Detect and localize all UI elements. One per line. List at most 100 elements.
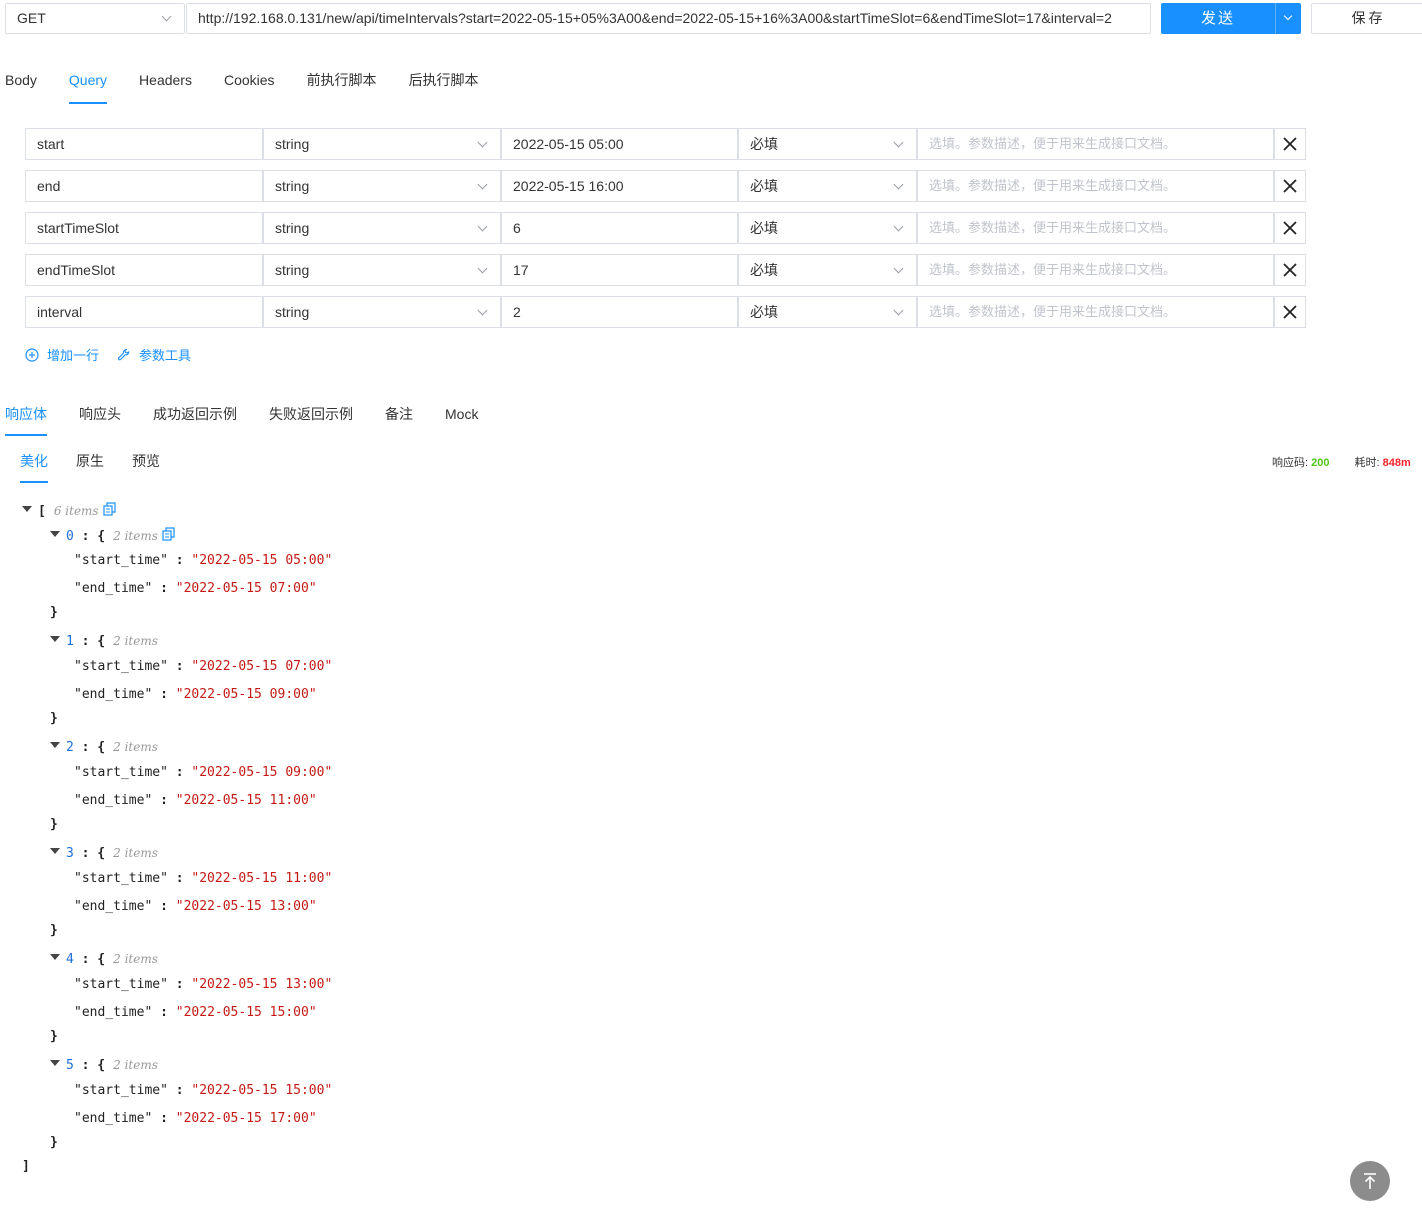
json-index: 0	[66, 529, 74, 544]
tab-view-2[interactable]: 预览	[132, 451, 160, 483]
delete-param-button[interactable]	[1274, 296, 1306, 328]
json-index: 3	[66, 846, 74, 861]
param-required-select[interactable]: 必填	[738, 254, 917, 286]
tab-response-5[interactable]: Mock	[445, 404, 478, 436]
json-key: "start_time"	[74, 871, 168, 886]
tab-request-2[interactable]: Headers	[139, 70, 192, 104]
method-value: GET	[17, 10, 46, 26]
tab-view-0[interactable]: 美化	[20, 451, 48, 483]
param-description-input[interactable]: 选填。参数描述，便于用来生成接口文档。	[917, 170, 1274, 202]
copy-icon[interactable]	[102, 502, 116, 521]
json-item-count: 2 items	[113, 634, 158, 648]
param-value-input[interactable]: 17	[501, 254, 738, 286]
tab-request-4[interactable]: 前执行脚本	[307, 70, 377, 104]
json-key: "start_time"	[74, 765, 168, 780]
json-colon: :	[167, 659, 192, 674]
tab-response-0[interactable]: 响应体	[5, 404, 47, 436]
method-select[interactable]: GET	[5, 3, 185, 34]
param-name-input[interactable]: endTimeSlot	[25, 254, 263, 286]
param-type-select[interactable]: string	[263, 254, 501, 286]
delete-param-button[interactable]	[1274, 254, 1306, 286]
param-tool-button[interactable]: 参数工具	[117, 345, 191, 364]
param-type-value: string	[275, 262, 310, 278]
param-description-input[interactable]: 选填。参数描述，便于用来生成接口文档。	[917, 212, 1274, 244]
close-icon	[1283, 305, 1297, 319]
tab-response-1[interactable]: 响应头	[79, 404, 121, 436]
url-input[interactable]: http://192.168.0.131/new/api/timeInterva…	[186, 3, 1151, 34]
json-object-open: 5 : {2 items	[50, 1057, 158, 1074]
param-row: interval string 2 必填 选填。参数描述，便于用来生成接口文档。	[25, 296, 1307, 328]
tab-request-3[interactable]: Cookies	[224, 70, 275, 104]
tab-response-4[interactable]: 备注	[385, 404, 413, 436]
tab-request-1[interactable]: Query	[68, 70, 108, 104]
param-type-select[interactable]: string	[263, 170, 501, 202]
json-key: "end_time"	[74, 1005, 153, 1020]
param-type-select[interactable]: string	[263, 296, 501, 328]
param-value-input[interactable]: 2022-05-15 16:00	[501, 170, 738, 202]
param-description-input[interactable]: 选填。参数描述，便于用来生成接口文档。	[917, 128, 1274, 160]
param-required-select[interactable]: 必填	[738, 296, 917, 328]
param-type-select[interactable]: string	[263, 212, 501, 244]
view-mode-tabs: 美化 原生 预览	[20, 451, 188, 483]
json-key: "end_time"	[74, 581, 153, 596]
param-row: startTimeSlot string 6 必填 选填。参数描述，便于用来生成接口文档…	[25, 212, 1307, 244]
add-row-button[interactable]: 增加一行	[25, 345, 99, 364]
param-name-input[interactable]: interval	[25, 296, 263, 328]
response-tabs: 响应体 响应头 成功返回示例 失败返回示例 备注 Mock	[5, 404, 510, 436]
collapse-toggle-icon[interactable]	[50, 636, 60, 642]
collapse-toggle-icon[interactable]	[50, 954, 60, 960]
chevron-down-icon	[477, 137, 488, 148]
save-button[interactable]: 保存	[1311, 3, 1422, 34]
send-dropdown-button[interactable]	[1275, 3, 1301, 34]
param-value-input[interactable]: 2	[501, 296, 738, 328]
tab-request-5[interactable]: 后执行脚本	[409, 70, 479, 104]
param-value-input[interactable]: 6	[501, 212, 738, 244]
collapse-toggle-icon[interactable]	[50, 531, 60, 537]
json-key: "end_time"	[74, 899, 153, 914]
param-required-value: 必填	[750, 136, 778, 152]
json-colon: :	[167, 871, 192, 886]
param-required-select[interactable]: 必填	[738, 170, 917, 202]
delete-param-button[interactable]	[1274, 128, 1306, 160]
json-property: "end_time" : "2022-05-15 17:00"	[74, 1111, 317, 1127]
delete-param-button[interactable]	[1274, 170, 1306, 202]
param-name-input[interactable]: startTimeSlot	[25, 212, 263, 244]
param-type-select[interactable]: string	[263, 128, 501, 160]
param-value-input[interactable]: 2022-05-15 05:00	[501, 128, 738, 160]
back-to-top-button[interactable]	[1350, 1161, 1390, 1201]
param-description-input[interactable]: 选填。参数描述，便于用来生成接口文档。	[917, 296, 1274, 328]
collapse-toggle-icon[interactable]	[50, 742, 60, 748]
param-name-input[interactable]: start	[25, 128, 263, 160]
param-name-input[interactable]: end	[25, 170, 263, 202]
json-key: "end_time"	[74, 1111, 153, 1126]
json-object-close: }	[50, 605, 58, 621]
copy-icon[interactable]	[162, 527, 175, 546]
json-object-close: }	[50, 1135, 58, 1151]
param-required-select[interactable]: 必填	[738, 128, 917, 160]
close-icon	[1283, 263, 1297, 277]
tab-view-1[interactable]: 原生	[76, 451, 104, 483]
param-required-value: 必填	[750, 304, 778, 320]
close-icon	[1283, 179, 1297, 193]
json-colon: : {	[73, 740, 106, 755]
delete-param-button[interactable]	[1274, 212, 1306, 244]
json-key: "end_time"	[74, 687, 153, 702]
collapse-toggle-icon[interactable]	[22, 506, 32, 512]
param-row: start string 2022-05-15 05:00 必填 选填。参数描述，便于用…	[25, 128, 1307, 160]
chevron-down-icon	[477, 263, 488, 274]
param-description-input[interactable]: 选填。参数描述，便于用来生成接口文档。	[917, 254, 1274, 286]
param-required-select[interactable]: 必填	[738, 212, 917, 244]
tab-response-2[interactable]: 成功返回示例	[153, 404, 237, 436]
send-button[interactable]: 发送	[1161, 3, 1301, 34]
json-colon: :	[152, 581, 176, 596]
collapse-toggle-icon[interactable]	[50, 848, 60, 854]
tab-response-3[interactable]: 失败返回示例	[269, 404, 353, 436]
tab-request-0[interactable]: Body	[5, 70, 37, 104]
param-row: endTimeSlot string 17 必填 选填。参数描述，便于用来生成接口文档。	[25, 254, 1307, 286]
json-colon: :	[167, 977, 192, 992]
json-object-open: 2 : {2 items	[50, 739, 158, 756]
json-string-value: "2022-05-15 17:00"	[175, 1111, 317, 1126]
json-key: "start_time"	[74, 553, 168, 568]
collapse-toggle-icon[interactable]	[50, 1060, 60, 1066]
json-string-value: "2022-05-15 15:00"	[191, 1083, 333, 1098]
